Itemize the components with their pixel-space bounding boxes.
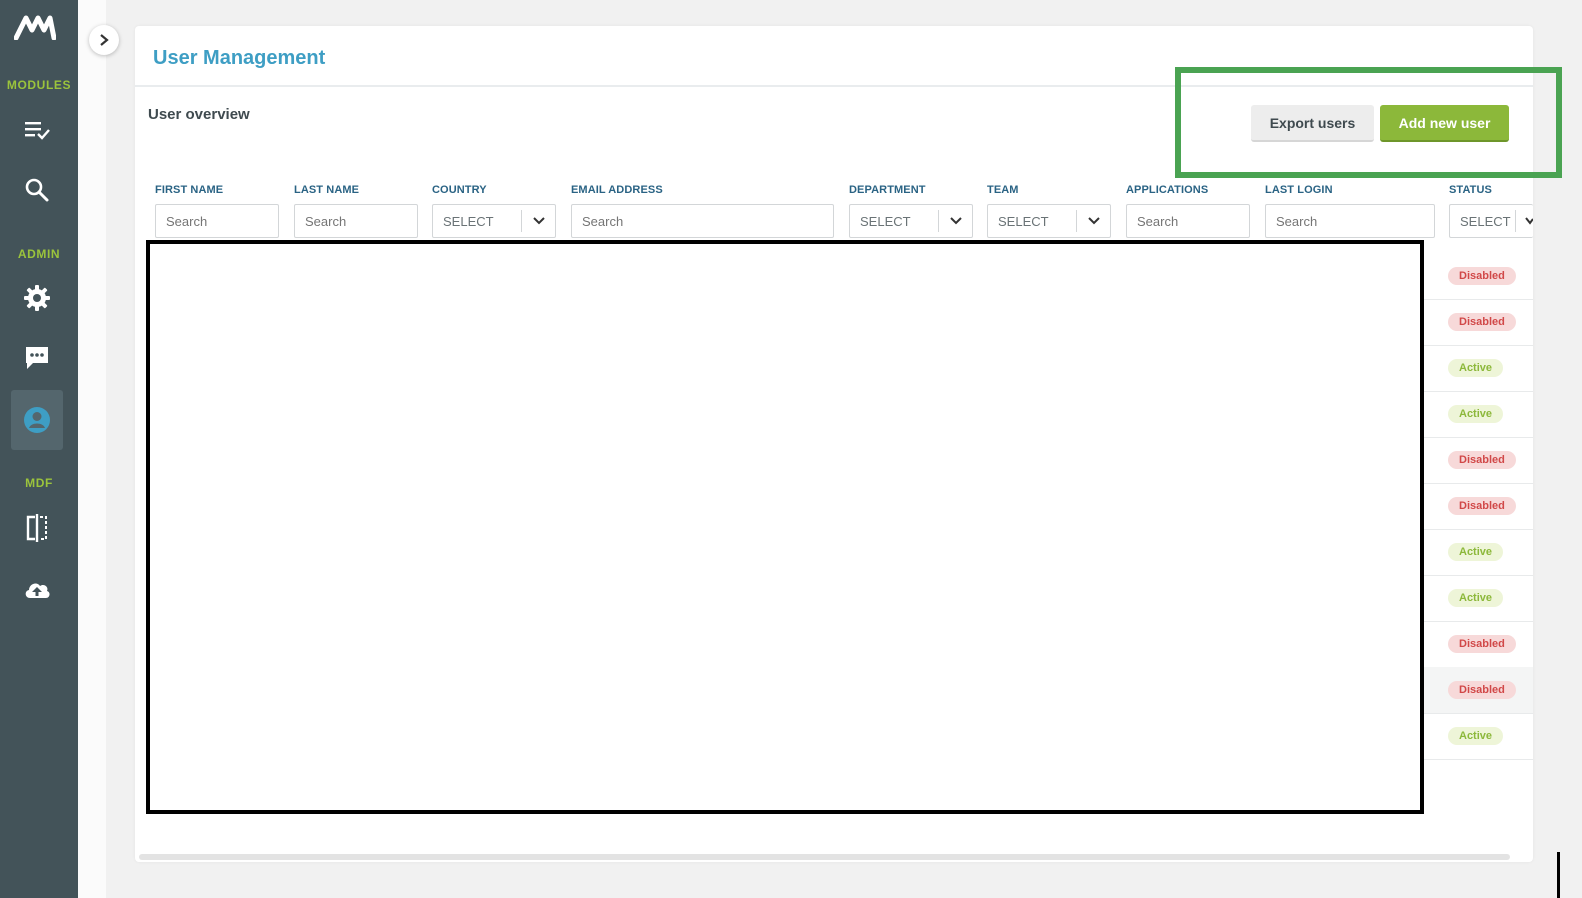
- status-badge: Disabled: [1448, 267, 1516, 285]
- chat-icon[interactable]: [17, 338, 57, 378]
- table-row-divider: [1423, 713, 1533, 714]
- chevron-down-icon: [1515, 210, 1533, 232]
- team-select-value: SELECT: [998, 213, 1049, 229]
- horizontal-scrollbar[interactable]: [139, 854, 1510, 860]
- table-row-divider: [1423, 437, 1533, 438]
- column-header-department[interactable]: DEPARTMENT: [849, 184, 926, 196]
- table-row-divider: [1423, 299, 1533, 300]
- table-row-divider: [1423, 529, 1533, 530]
- redacted-table-area: [146, 240, 1424, 814]
- logo-icon[interactable]: [14, 14, 56, 40]
- column-header-last-login[interactable]: LAST LOGIN: [1265, 184, 1333, 196]
- first-name-filter-input[interactable]: [155, 204, 279, 238]
- section-label-mdf: MDF: [25, 476, 53, 490]
- table-row-divider: [1423, 621, 1533, 622]
- column-header-country[interactable]: COUNTRY: [432, 184, 487, 196]
- task-list-icon[interactable]: [17, 110, 57, 150]
- section-label-modules: MODULES: [6, 78, 72, 92]
- column-header-status[interactable]: STATUS: [1449, 184, 1492, 196]
- column-header-email[interactable]: EMAIL ADDRESS: [571, 184, 663, 196]
- status-badge: Disabled: [1448, 451, 1516, 469]
- table-row-divider: [1423, 391, 1533, 392]
- status-badge: Active: [1448, 543, 1504, 561]
- status-badge: Disabled: [1448, 313, 1516, 331]
- email-filter-input[interactable]: [571, 204, 834, 238]
- table-row-divider: [1423, 345, 1533, 346]
- applications-filter-input[interactable]: [1126, 204, 1250, 238]
- table-row-divider: [1423, 483, 1533, 484]
- status-badge: Active: [1448, 405, 1504, 423]
- search-icon[interactable]: [17, 170, 57, 210]
- user-account-icon[interactable]: [17, 400, 57, 440]
- status-badge: Disabled: [1448, 681, 1516, 699]
- content-gutter: [78, 0, 106, 898]
- table-row-divider: [1423, 575, 1533, 576]
- status-filter-select[interactable]: SELECT: [1449, 204, 1533, 238]
- column-header-last-name[interactable]: LAST NAME: [294, 184, 359, 196]
- expand-sidebar-button[interactable]: [89, 25, 119, 55]
- table-row-divider: [1423, 759, 1533, 760]
- compare-icon[interactable]: [17, 508, 57, 548]
- sidebar: MODULES ADMIN MDF: [0, 0, 78, 898]
- section-label-admin: ADMIN: [17, 247, 61, 261]
- column-header-team[interactable]: TEAM: [987, 184, 1019, 196]
- status-badge: Active: [1448, 359, 1504, 377]
- last-login-filter-input[interactable]: [1265, 204, 1435, 238]
- action-buttons-highlight: [1175, 67, 1562, 178]
- chevron-down-icon: [938, 210, 972, 232]
- status-badge: Disabled: [1448, 497, 1516, 515]
- country-filter-select[interactable]: SELECT: [432, 204, 556, 238]
- page-title: User Management: [153, 47, 326, 69]
- text-cursor-mark: [1557, 852, 1560, 898]
- country-select-value: SELECT: [443, 213, 494, 229]
- cloud-upload-icon[interactable]: [17, 570, 57, 610]
- chevron-down-icon: [521, 210, 555, 232]
- gear-icon[interactable]: [17, 278, 57, 318]
- column-header-first-name[interactable]: FIRST NAME: [155, 184, 223, 196]
- status-badge: Disabled: [1448, 635, 1516, 653]
- team-filter-select[interactable]: SELECT: [987, 204, 1111, 238]
- chevron-right-icon: [100, 34, 109, 46]
- status-badge: Active: [1448, 589, 1504, 607]
- chevron-down-icon: [1076, 210, 1110, 232]
- column-header-applications[interactable]: APPLICATIONS: [1126, 184, 1208, 196]
- section-title: User overview: [148, 106, 250, 123]
- last-name-filter-input[interactable]: [294, 204, 418, 238]
- status-select-value: SELECT: [1460, 213, 1511, 229]
- department-filter-select[interactable]: SELECT: [849, 204, 973, 238]
- department-select-value: SELECT: [860, 213, 911, 229]
- status-badge: Active: [1448, 727, 1504, 745]
